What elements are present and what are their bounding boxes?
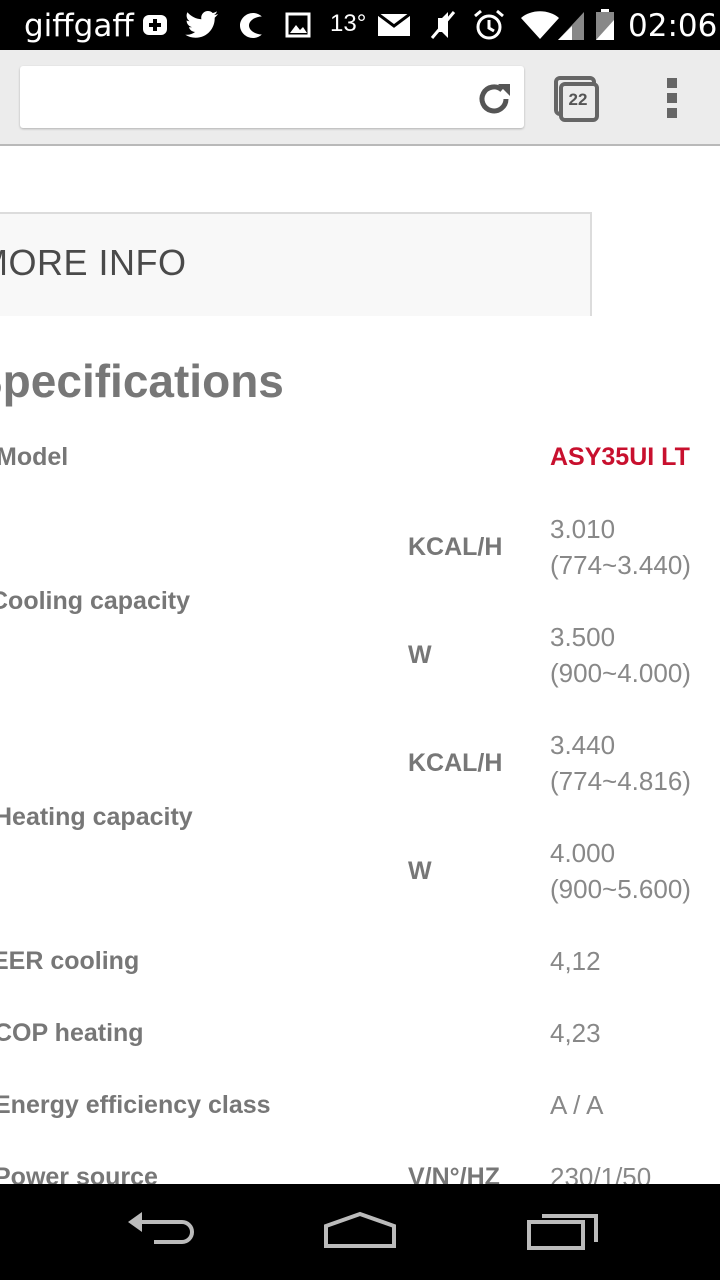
heating-kcal-range: (774~4.816) [550,766,691,796]
power-source-label: Power source [0,1163,158,1184]
status-bar: giffgaff 13° 02:06 [0,0,720,50]
back-icon[interactable] [124,1208,196,1257]
cooling-kcal-range: (774~3.440) [550,550,691,580]
heating-kcal-value: 3.440 [550,730,616,760]
image-icon [284,8,312,42]
eer-cooling-value: 4,12 [550,946,601,976]
web-page: MORE INFO Specifications Model ASY35UI L… [0,147,720,1184]
carrier-name: giffgaff [24,8,134,44]
alarm-icon [472,8,506,42]
cooling-w-unit: W [408,641,432,669]
energy-class-label: Energy efficiency class [0,1091,271,1119]
cop-heating-value: 4,23 [550,1018,601,1048]
reload-icon[interactable] [474,79,514,119]
navigation-bar [0,1184,720,1280]
cop-heating-label: COP heating [0,1019,144,1047]
overflow-menu-icon[interactable] [662,78,682,120]
home-icon[interactable] [322,1208,398,1257]
recents-icon[interactable] [526,1208,600,1257]
browser-toolbar: 22 [0,50,720,146]
power-source-value: 230/1/50 [550,1162,652,1184]
tab-count: 22 [568,90,588,109]
plus-badge-icon [142,8,168,42]
temperature: 13° [330,10,367,37]
more-info-button[interactable]: MORE INFO [0,242,187,284]
cooling-w-range: (900~4.000) [550,658,691,688]
cooling-kcal-unit: KCAL/H [408,533,503,561]
url-bar[interactable] [20,66,524,128]
heating-kcal-unit: KCAL/H [408,749,503,777]
cooling-capacity-label: Cooling capacity [0,587,191,615]
model-label: Model [0,443,69,471]
model-value: ASY35UI LT [550,443,690,471]
energy-class-value: A / A [550,1090,604,1120]
heating-w-range: (900~5.600) [550,874,691,904]
cooling-w-value: 3.500 [550,622,616,652]
specifications-heading: Specifications [0,355,284,407]
battery-icon [594,8,616,42]
moon-icon [236,8,264,42]
heating-w-value: 4.000 [550,838,616,868]
twitter-icon [184,8,220,42]
mute-icon [428,8,458,42]
eer-cooling-label: EER cooling [0,947,140,975]
clock: 02:06 [628,8,718,44]
cooling-kcal-value: 3.010 [550,514,616,544]
heating-capacity-label: Heating capacity [0,803,193,831]
mail-icon [377,8,411,42]
signal-icon [554,8,588,42]
power-source-unit: V/N°/HZ [408,1163,500,1184]
heating-w-unit: W [408,857,432,885]
